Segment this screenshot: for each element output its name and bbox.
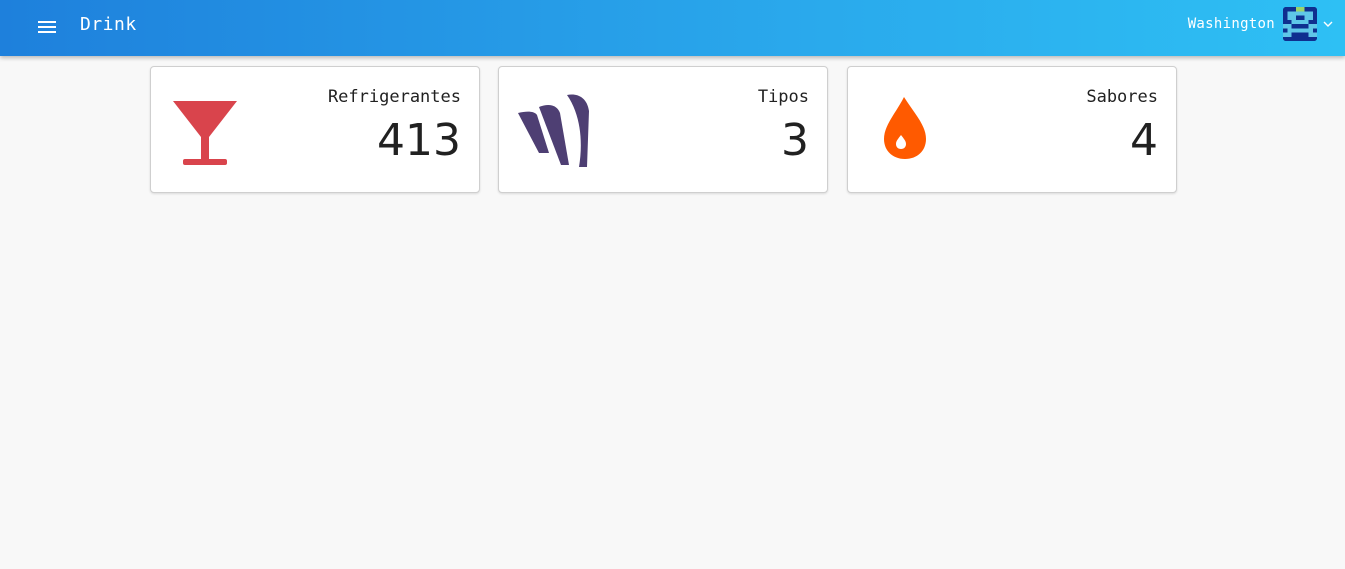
card-value: 413	[377, 115, 461, 166]
card-label: Sabores	[1086, 87, 1158, 107]
menu-button[interactable]	[32, 14, 62, 40]
card-value: 4	[1130, 115, 1158, 166]
card-label: Tipos	[757, 87, 809, 107]
drop-icon	[884, 97, 926, 159]
user-name: Washington	[1187, 16, 1275, 32]
app-bar: Drink Washington	[0, 0, 1345, 56]
card-refrigerantes[interactable]: Refrigerantes 413	[150, 66, 480, 193]
pixel-avatar-icon	[1283, 7, 1317, 41]
card-icon-wrapper	[866, 93, 938, 167]
app-title: Drink	[80, 14, 137, 35]
chevron-down-icon	[1323, 21, 1333, 27]
card-icon-wrapper	[517, 93, 589, 167]
card-label: Refrigerantes	[327, 87, 461, 107]
card-value: 3	[781, 115, 809, 166]
card-tipos[interactable]: Tipos 3	[498, 66, 828, 193]
avatar[interactable]	[1283, 7, 1317, 41]
card-icon-wrapper	[169, 93, 241, 167]
menu-icon	[38, 21, 56, 33]
card-sabores[interactable]: Sabores 4	[847, 66, 1177, 193]
wave-logo-icon	[518, 94, 589, 167]
cocktail-glass-icon	[173, 101, 237, 165]
user-menu[interactable]: Washington	[1188, 7, 1333, 41]
dropdown-toggle[interactable]	[1323, 21, 1333, 27]
